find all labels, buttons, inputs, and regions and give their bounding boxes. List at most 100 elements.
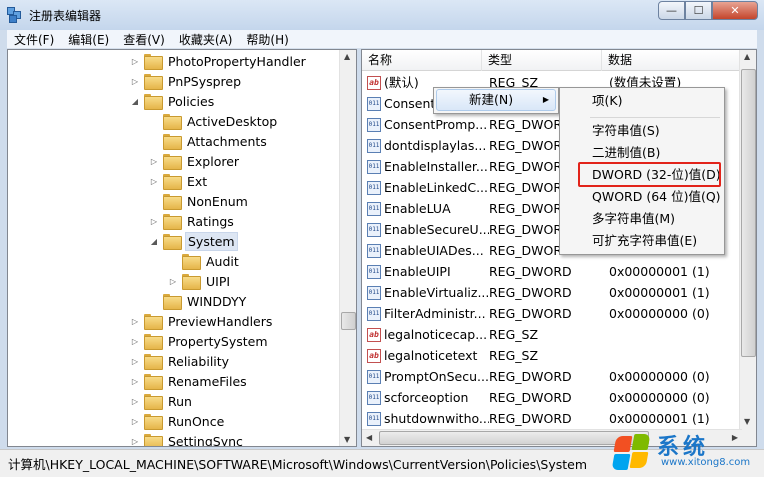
expand-arrow-icon[interactable]: ▷ [130, 56, 140, 66]
tree-item[interactable]: ▷ PropertySystem [130, 331, 270, 351]
tree-item-label: Ratings [187, 213, 234, 229]
expand-arrow-icon[interactable]: ▷ [168, 276, 178, 286]
tree-item[interactable]: ▷ Ratings [149, 211, 236, 231]
column-name[interactable]: 名称 [362, 50, 482, 71]
tree-item[interactable]: WINDDYY [149, 291, 248, 311]
dword-value-icon: 011 [367, 96, 381, 111]
tree-item[interactable]: ▷ Ext [149, 171, 209, 191]
value-row[interactable]: 011 PromptOnSecu... REG_DWORD 0x00000000 (0… [362, 366, 742, 387]
tree-item-label: WINDDYY [187, 293, 247, 309]
maximize-button[interactable]: ☐ [685, 1, 712, 20]
expand-arrow-icon[interactable]: ▷ [149, 216, 159, 226]
watermark-url: www.xitong8.com [661, 457, 751, 468]
tree-item[interactable]: ▷ RenameFiles [130, 371, 249, 391]
tree-item[interactable]: ▷ Reliability [130, 351, 231, 371]
tree-item[interactable]: ◢ Policies [130, 91, 216, 111]
tree-item[interactable]: ▷ PreviewHandlers [130, 311, 274, 331]
menu-item[interactable]: 收藏夹(A) [172, 31, 240, 48]
value-name: shutdownwitho... [384, 411, 489, 426]
tree-item[interactable]: NonEnum [149, 191, 250, 211]
tree-item-label: RenameFiles [168, 373, 247, 389]
submenu-item[interactable]: 可扩充字符串值(E) [592, 230, 720, 252]
maximize-icon: ☐ [693, 4, 704, 17]
expand-arrow-icon[interactable]: ▷ [130, 416, 140, 426]
tree-scrollbar[interactable]: ▲ ▼ [339, 50, 356, 446]
value-data: 0x00000000 (0) [609, 306, 710, 321]
minimize-button[interactable]: — [658, 1, 685, 20]
value-name-cell: 011 ConsentPromp... [367, 114, 489, 135]
value-name-cell: 011 FilterAdministr... [367, 303, 489, 324]
folder-icon [144, 74, 163, 90]
value-row[interactable]: 011 scforceoption REG_DWORD 0x00000000 (0) [362, 387, 742, 408]
close-button[interactable]: ✕ [712, 1, 758, 20]
title-bar: 注册表编辑器 — ☐ ✕ [0, 0, 764, 30]
scroll-down-icon[interactable]: ▼ [344, 435, 350, 444]
value-name-cell: ab legalnoticecap... [367, 324, 489, 345]
dword-value-icon: 011 [367, 201, 381, 216]
collapse-arrow-icon[interactable]: ◢ [149, 236, 159, 246]
expand-arrow-icon[interactable]: ▷ [130, 336, 140, 346]
column-data[interactable]: 数据 [602, 50, 742, 71]
collapse-arrow-icon[interactable]: ◢ [130, 96, 140, 106]
menu-item-new[interactable]: 新建(N) ▶ [436, 89, 556, 111]
tree-scroll-thumb[interactable] [341, 312, 356, 330]
value-row[interactable]: 011 EnableVirtualiz... REG_DWORD 0x00000001… [362, 282, 742, 303]
submenu-item[interactable]: 项(K) [592, 90, 720, 112]
value-name: ConsentPromp... [384, 117, 488, 132]
tree-item[interactable]: ▷ Explorer [149, 151, 241, 171]
tree-item[interactable]: ▷ SettingSync [130, 431, 245, 446]
scroll-up-icon[interactable]: ▲ [344, 52, 350, 61]
tree-item[interactable]: ▷ Run [130, 391, 194, 411]
submenu-item[interactable]: 字符串值(S) [592, 120, 720, 142]
expand-arrow-icon[interactable]: ▷ [130, 356, 140, 366]
value-name-cell: 011 EnableInstaller... [367, 156, 489, 177]
string-value-icon: ab [367, 327, 381, 342]
dword-value-icon: 011 [367, 264, 381, 279]
menu-item[interactable]: 帮助(H) [239, 31, 295, 48]
menu-item[interactable]: 文件(F) [7, 31, 61, 48]
expand-arrow-icon[interactable]: ▷ [149, 156, 159, 166]
key-tree[interactable]: ▲ ▼ ▷ PhotoPropertyHandler ▷ PnPSysprep ◢ Pol… [7, 49, 357, 447]
submenu-item[interactable]: 二进制值(B) [592, 142, 720, 164]
tree-item[interactable]: ◢ System [149, 231, 238, 251]
tree-item[interactable]: ▷ PhotoPropertyHandler [130, 51, 308, 71]
expand-arrow-icon[interactable]: ▷ [130, 436, 140, 446]
tree-item[interactable]: Audit [168, 251, 241, 271]
scroll-up-icon[interactable]: ▲ [744, 52, 750, 61]
value-type: REG_DWORD [489, 390, 572, 405]
value-row[interactable]: 011 FilterAdministr... REG_DWORD 0x00000000… [362, 303, 742, 324]
tree-item-label: Policies [168, 93, 215, 109]
expand-arrow-icon[interactable]: ▷ [130, 396, 140, 406]
value-row[interactable]: ab legalnoticetext REG_SZ [362, 345, 742, 366]
value-row[interactable]: 011 EnableUIPI REG_DWORD 0x00000001 (1) [362, 261, 742, 282]
value-data: 0x00000000 (0) [609, 390, 710, 405]
tree-item[interactable]: ▷ PnPSysprep [130, 71, 243, 91]
tree-item-label: ActiveDesktop [187, 113, 278, 129]
menu-item[interactable]: 编辑(E) [61, 31, 116, 48]
value-name: EnableLUA [384, 201, 451, 216]
submenu-item[interactable]: QWORD (64 位)值(Q) [592, 186, 721, 208]
value-name-cell: 011 EnableSecureU... [367, 219, 489, 240]
tree-item-label: NonEnum [187, 193, 248, 209]
tree-item[interactable]: ActiveDesktop [149, 111, 279, 131]
value-name-cell: 011 scforceoption [367, 387, 489, 408]
dword-value-icon: 011 [367, 243, 381, 258]
menu-item[interactable]: 查看(V) [116, 31, 172, 48]
tree-item[interactable]: ▷ RunOnce [130, 411, 226, 431]
expand-arrow-icon[interactable]: ▷ [149, 176, 159, 186]
value-row[interactable]: ab legalnoticecap... REG_SZ [362, 324, 742, 345]
value-name: dontdisplaylas... [384, 138, 487, 153]
tree-item-label: System [185, 231, 238, 251]
scroll-left-icon[interactable]: ◀ [366, 433, 372, 442]
expand-arrow-icon[interactable]: ▷ [130, 76, 140, 86]
submenu-item[interactable]: 多字符串值(M) [592, 208, 720, 230]
column-type[interactable]: 类型 [482, 50, 602, 71]
tree-item[interactable]: ▷ UIPI [168, 271, 232, 291]
expand-arrow-icon[interactable]: ▷ [130, 316, 140, 326]
tree-item[interactable]: Attachments [149, 131, 269, 151]
expand-arrow-icon[interactable]: ▷ [130, 376, 140, 386]
value-name: EnableSecureU... [384, 222, 489, 237]
value-data: 0x00000001 (1) [609, 264, 710, 279]
value-name: EnableUIPI [384, 264, 451, 279]
